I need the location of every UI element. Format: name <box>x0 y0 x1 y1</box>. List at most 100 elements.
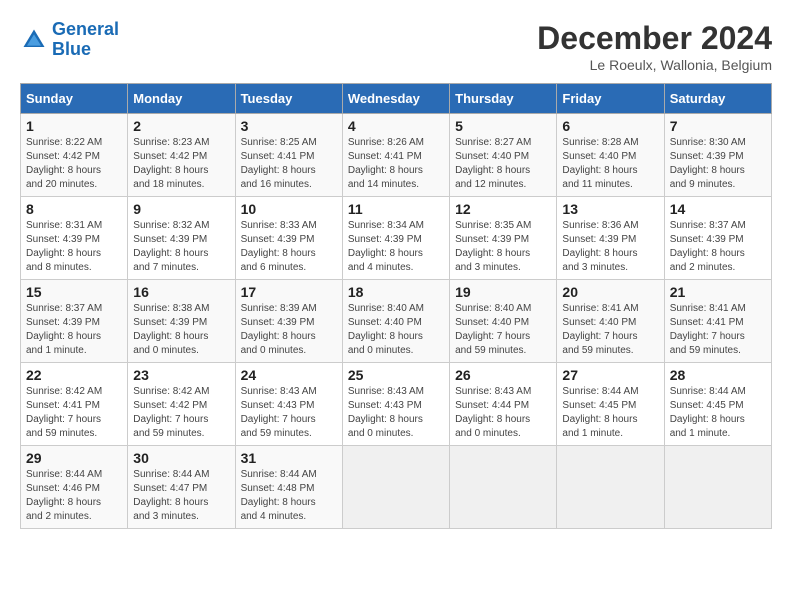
day-cell: 13 Sunrise: 8:36 AM Sunset: 4:39 PM Dayli… <box>557 197 664 280</box>
day-detail: Sunrise: 8:40 AM Sunset: 4:40 PM Dayligh… <box>348 302 444 358</box>
col-header-thursday: Thursday <box>450 84 557 114</box>
day-detail: Sunrise: 8:27 AM Sunset: 4:40 PM Dayligh… <box>455 136 551 192</box>
day-number: 16 <box>133 284 229 300</box>
day-detail: Sunrise: 8:25 AM Sunset: 4:41 PM Dayligh… <box>241 136 337 192</box>
day-cell <box>450 446 557 529</box>
calendar-table: SundayMondayTuesdayWednesdayThursdayFrid… <box>20 83 772 529</box>
day-number: 31 <box>241 450 337 466</box>
day-number: 9 <box>133 201 229 217</box>
day-detail: Sunrise: 8:35 AM Sunset: 4:39 PM Dayligh… <box>455 219 551 275</box>
day-cell: 5Sunrise: 8:27 AM Sunset: 4:40 PM Daylig… <box>450 114 557 197</box>
day-cell: 15 Sunrise: 8:37 AM Sunset: 4:39 PM Dayli… <box>21 280 128 363</box>
day-cell: 25Sunrise: 8:43 AM Sunset: 4:43 PM Dayli… <box>342 363 449 446</box>
day-cell: 9 Sunrise: 8:32 AM Sunset: 4:39 PM Daylig… <box>128 197 235 280</box>
day-detail: Sunrise: 8:34 AM Sunset: 4:39 PM Dayligh… <box>348 219 444 275</box>
day-detail: Sunrise: 8:31 AM Sunset: 4:39 PM Dayligh… <box>26 219 122 275</box>
day-detail: Sunrise: 8:30 AM Sunset: 4:39 PM Dayligh… <box>670 136 766 192</box>
day-detail: Sunrise: 8:37 AM Sunset: 4:39 PM Dayligh… <box>26 302 122 358</box>
day-number: 26 <box>455 367 551 383</box>
day-cell: 7 Sunrise: 8:30 AM Sunset: 4:39 PM Daylig… <box>664 114 771 197</box>
day-detail: Sunrise: 8:42 AM Sunset: 4:41 PM Dayligh… <box>26 385 122 441</box>
day-detail: Sunrise: 8:37 AM Sunset: 4:39 PM Dayligh… <box>670 219 766 275</box>
day-cell: 30Sunrise: 8:44 AM Sunset: 4:47 PM Dayli… <box>128 446 235 529</box>
day-cell <box>342 446 449 529</box>
day-cell: 6 Sunrise: 8:28 AM Sunset: 4:40 PM Daylig… <box>557 114 664 197</box>
day-cell: 2 Sunrise: 8:23 AM Sunset: 4:42 PM Daylig… <box>128 114 235 197</box>
col-header-saturday: Saturday <box>664 84 771 114</box>
page-header: General Blue December 2024 Le Roeulx, Wa… <box>20 20 772 73</box>
col-header-sunday: Sunday <box>21 84 128 114</box>
day-detail: Sunrise: 8:44 AM Sunset: 4:48 PM Dayligh… <box>241 468 337 524</box>
day-detail: Sunrise: 8:42 AM Sunset: 4:42 PM Dayligh… <box>133 385 229 441</box>
day-number: 25 <box>348 367 444 383</box>
day-cell: 12 Sunrise: 8:35 AM Sunset: 4:39 PM Dayli… <box>450 197 557 280</box>
day-detail: Sunrise: 8:28 AM Sunset: 4:40 PM Dayligh… <box>562 136 658 192</box>
day-cell: 31 Sunrise: 8:44 AM Sunset: 4:48 PM Dayli… <box>235 446 342 529</box>
col-header-tuesday: Tuesday <box>235 84 342 114</box>
day-detail: Sunrise: 8:36 AM Sunset: 4:39 PM Dayligh… <box>562 219 658 275</box>
day-number: 22 <box>26 367 122 383</box>
day-number: 12 <box>455 201 551 217</box>
day-number: 8 <box>26 201 122 217</box>
day-number: 19 <box>455 284 551 300</box>
day-number: 7 <box>670 118 766 134</box>
day-cell: 10 Sunrise: 8:33 AM Sunset: 4:39 PM Dayli… <box>235 197 342 280</box>
day-detail: Sunrise: 8:26 AM Sunset: 4:41 PM Dayligh… <box>348 136 444 192</box>
day-cell <box>557 446 664 529</box>
day-detail: Sunrise: 8:33 AM Sunset: 4:39 PM Dayligh… <box>241 219 337 275</box>
day-cell: 8 Sunrise: 8:31 AM Sunset: 4:39 PM Daylig… <box>21 197 128 280</box>
day-number: 23 <box>133 367 229 383</box>
day-number: 13 <box>562 201 658 217</box>
day-number: 21 <box>670 284 766 300</box>
day-number: 15 <box>26 284 122 300</box>
day-number: 18 <box>348 284 444 300</box>
title-block: December 2024 Le Roeulx, Wallonia, Belgi… <box>537 20 772 73</box>
day-number: 27 <box>562 367 658 383</box>
day-number: 1 <box>26 118 122 134</box>
day-detail: Sunrise: 8:43 AM Sunset: 4:44 PM Dayligh… <box>455 385 551 441</box>
day-cell: 17 Sunrise: 8:39 AM Sunset: 4:39 PM Dayli… <box>235 280 342 363</box>
location-subtitle: Le Roeulx, Wallonia, Belgium <box>537 57 772 73</box>
day-number: 17 <box>241 284 337 300</box>
day-detail: Sunrise: 8:23 AM Sunset: 4:42 PM Dayligh… <box>133 136 229 192</box>
day-detail: Sunrise: 8:43 AM Sunset: 4:43 PM Dayligh… <box>241 385 337 441</box>
week-row-3: 15 Sunrise: 8:37 AM Sunset: 4:39 PM Dayli… <box>21 280 772 363</box>
day-cell: 1Sunrise: 8:22 AM Sunset: 4:42 PM Daylig… <box>21 114 128 197</box>
header-row: SundayMondayTuesdayWednesdayThursdayFrid… <box>21 84 772 114</box>
day-detail: Sunrise: 8:39 AM Sunset: 4:39 PM Dayligh… <box>241 302 337 358</box>
day-number: 11 <box>348 201 444 217</box>
day-number: 29 <box>26 450 122 466</box>
day-cell: 18 Sunrise: 8:40 AM Sunset: 4:40 PM Dayli… <box>342 280 449 363</box>
day-cell: 11 Sunrise: 8:34 AM Sunset: 4:39 PM Dayli… <box>342 197 449 280</box>
day-detail: Sunrise: 8:32 AM Sunset: 4:39 PM Dayligh… <box>133 219 229 275</box>
logo-icon <box>20 26 48 54</box>
col-header-friday: Friday <box>557 84 664 114</box>
day-detail: Sunrise: 8:41 AM Sunset: 4:40 PM Dayligh… <box>562 302 658 358</box>
day-cell: 19 Sunrise: 8:40 AM Sunset: 4:40 PM Dayli… <box>450 280 557 363</box>
day-detail: Sunrise: 8:44 AM Sunset: 4:45 PM Dayligh… <box>562 385 658 441</box>
day-cell: 3Sunrise: 8:25 AM Sunset: 4:41 PM Daylig… <box>235 114 342 197</box>
col-header-monday: Monday <box>128 84 235 114</box>
day-number: 10 <box>241 201 337 217</box>
week-row-1: 1Sunrise: 8:22 AM Sunset: 4:42 PM Daylig… <box>21 114 772 197</box>
day-number: 20 <box>562 284 658 300</box>
logo-line2: Blue <box>52 39 91 59</box>
day-cell: 14Sunrise: 8:37 AM Sunset: 4:39 PM Dayli… <box>664 197 771 280</box>
day-cell: 16 Sunrise: 8:38 AM Sunset: 4:39 PM Dayli… <box>128 280 235 363</box>
week-row-2: 8 Sunrise: 8:31 AM Sunset: 4:39 PM Daylig… <box>21 197 772 280</box>
day-cell: 21Sunrise: 8:41 AM Sunset: 4:41 PM Dayli… <box>664 280 771 363</box>
day-cell: 22 Sunrise: 8:42 AM Sunset: 4:41 PM Dayli… <box>21 363 128 446</box>
day-detail: Sunrise: 8:44 AM Sunset: 4:47 PM Dayligh… <box>133 468 229 524</box>
day-cell: 26 Sunrise: 8:43 AM Sunset: 4:44 PM Dayli… <box>450 363 557 446</box>
month-title: December 2024 <box>537 20 772 57</box>
day-number: 2 <box>133 118 229 134</box>
day-number: 6 <box>562 118 658 134</box>
day-cell: 24Sunrise: 8:43 AM Sunset: 4:43 PM Dayli… <box>235 363 342 446</box>
day-cell: 29Sunrise: 8:44 AM Sunset: 4:46 PM Dayli… <box>21 446 128 529</box>
day-cell: 28Sunrise: 8:44 AM Sunset: 4:45 PM Dayli… <box>664 363 771 446</box>
day-detail: Sunrise: 8:40 AM Sunset: 4:40 PM Dayligh… <box>455 302 551 358</box>
day-detail: Sunrise: 8:38 AM Sunset: 4:39 PM Dayligh… <box>133 302 229 358</box>
week-row-4: 22 Sunrise: 8:42 AM Sunset: 4:41 PM Dayli… <box>21 363 772 446</box>
day-cell: 27 Sunrise: 8:44 AM Sunset: 4:45 PM Dayli… <box>557 363 664 446</box>
day-cell <box>664 446 771 529</box>
